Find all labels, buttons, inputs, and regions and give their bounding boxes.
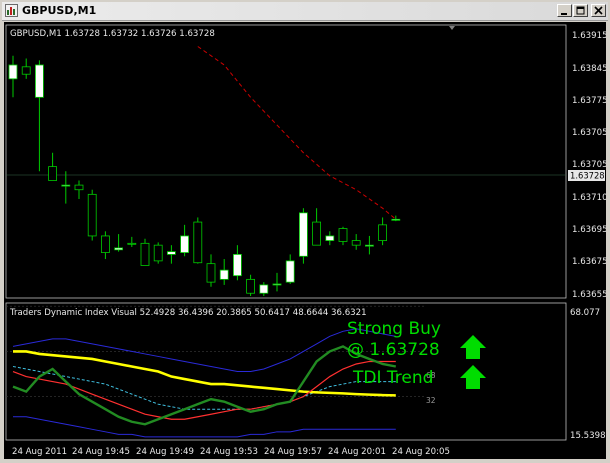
time-label: 24 Aug 19:49	[136, 447, 194, 457]
main-panel-frame	[5, 24, 567, 299]
tdi-signal-line	[12, 360, 396, 420]
candle-body	[272, 283, 282, 286]
candle-body	[219, 269, 229, 280]
candle-body	[8, 64, 18, 80]
time-label: 24 Aug 19:45	[72, 447, 130, 457]
candle-body	[312, 221, 322, 246]
tdi-upper-band	[12, 328, 396, 373]
price-axis: 1.63915 1.63845 1.63775 1.63705 1.63705 …	[572, 31, 608, 300]
price-tick: 1.63705	[572, 128, 606, 138]
chart-window-icon	[5, 4, 18, 17]
candle-body	[338, 228, 348, 242]
candle-body	[232, 254, 242, 277]
candle-body	[259, 284, 269, 294]
window-title: GBPUSD,M1	[22, 4, 97, 17]
indicator-header: Traders Dynamic Index Visual 52.4928 36.…	[9, 308, 367, 318]
candle-body	[285, 260, 295, 283]
indicator-y-bottom: 15.5398	[570, 431, 606, 441]
candle-body	[101, 235, 110, 253]
chart-window: GBPUSD,M1 GBPUSD,M1 1.63728 1.63732 1.63…	[0, 0, 610, 463]
price-tick: 1.63845	[572, 64, 606, 74]
candle-body	[351, 240, 361, 246]
up-arrow-icon	[460, 335, 486, 359]
candle-body	[48, 166, 57, 181]
signal-text-strong-buy: Strong Buy	[347, 319, 441, 339]
time-label: 24 Aug 19:57	[264, 447, 322, 457]
candle-body	[246, 278, 256, 294]
candle-body	[74, 184, 84, 191]
price-tick: 1.63695	[572, 225, 606, 235]
price-tick: 1.63655	[572, 290, 606, 300]
ma-line	[197, 46, 397, 220]
price-tick: 1.63775	[572, 96, 606, 106]
chart-area[interactable]: GBPUSD,M1 1.63728 1.63732 1.63726 1.6372…	[4, 22, 608, 459]
time-axis: 24 Aug 2011 24 Aug 19:45 24 Aug 19:49 24…	[12, 447, 450, 457]
candle-body	[206, 263, 216, 283]
price-tick: 1.63915	[572, 31, 606, 41]
tdi-market-base	[13, 350, 396, 397]
current-price-label: 1.63728	[570, 171, 605, 181]
minimize-button[interactable]	[557, 4, 572, 17]
candles-layer	[8, 55, 401, 296]
restore-icon	[576, 6, 585, 15]
candle-body	[140, 242, 150, 266]
indicator-panel-frame	[5, 302, 567, 441]
price-tick: 1.63705	[572, 160, 606, 170]
candle-body	[153, 244, 163, 262]
signal-text-price: @ 1.63728	[347, 340, 440, 360]
candlestick-chart[interactable]: GBPUSD,M1 1.63728 1.63732 1.63726 1.6372…	[4, 22, 608, 459]
time-label: 24 Aug 19:53	[200, 447, 258, 457]
time-label: 24 Aug 20:01	[328, 447, 386, 457]
tdi-lower-band	[13, 416, 396, 438]
trend-label: TDI Trend	[352, 368, 433, 388]
candle-body	[378, 224, 388, 241]
close-icon	[594, 6, 603, 15]
candle-body	[166, 251, 176, 255]
time-label: 24 Aug 2011	[12, 447, 67, 457]
candle-body	[61, 184, 71, 187]
candle-body	[127, 242, 137, 245]
up-arrow-icon	[460, 365, 486, 389]
ma-line-layer	[197, 46, 397, 220]
indicator-y-top: 68.077	[570, 308, 600, 318]
minimize-icon	[561, 13, 567, 15]
restore-button[interactable]	[573, 4, 588, 17]
candle-body	[34, 64, 44, 98]
candle-body	[21, 66, 31, 75]
window-titlebar[interactable]: GBPUSD,M1	[2, 2, 608, 21]
candle-body	[364, 244, 374, 247]
candle-body	[87, 193, 97, 237]
price-tick: 1.63710	[572, 193, 606, 203]
close-button[interactable]	[591, 4, 606, 17]
price-tick: 1.63675	[572, 257, 606, 267]
level-label-lower: 32	[426, 396, 436, 405]
time-label: 24 Aug 20:05	[392, 447, 450, 457]
main-chart-header: GBPUSD,M1 1.63728 1.63732 1.63726 1.6372…	[10, 29, 215, 39]
candle-body	[114, 247, 123, 251]
candle-body	[325, 235, 335, 241]
candle-body	[193, 221, 203, 264]
candle-body	[298, 212, 308, 257]
candle-body	[391, 218, 401, 221]
chart-shift-marker[interactable]	[449, 26, 455, 30]
candle-body	[180, 235, 190, 253]
